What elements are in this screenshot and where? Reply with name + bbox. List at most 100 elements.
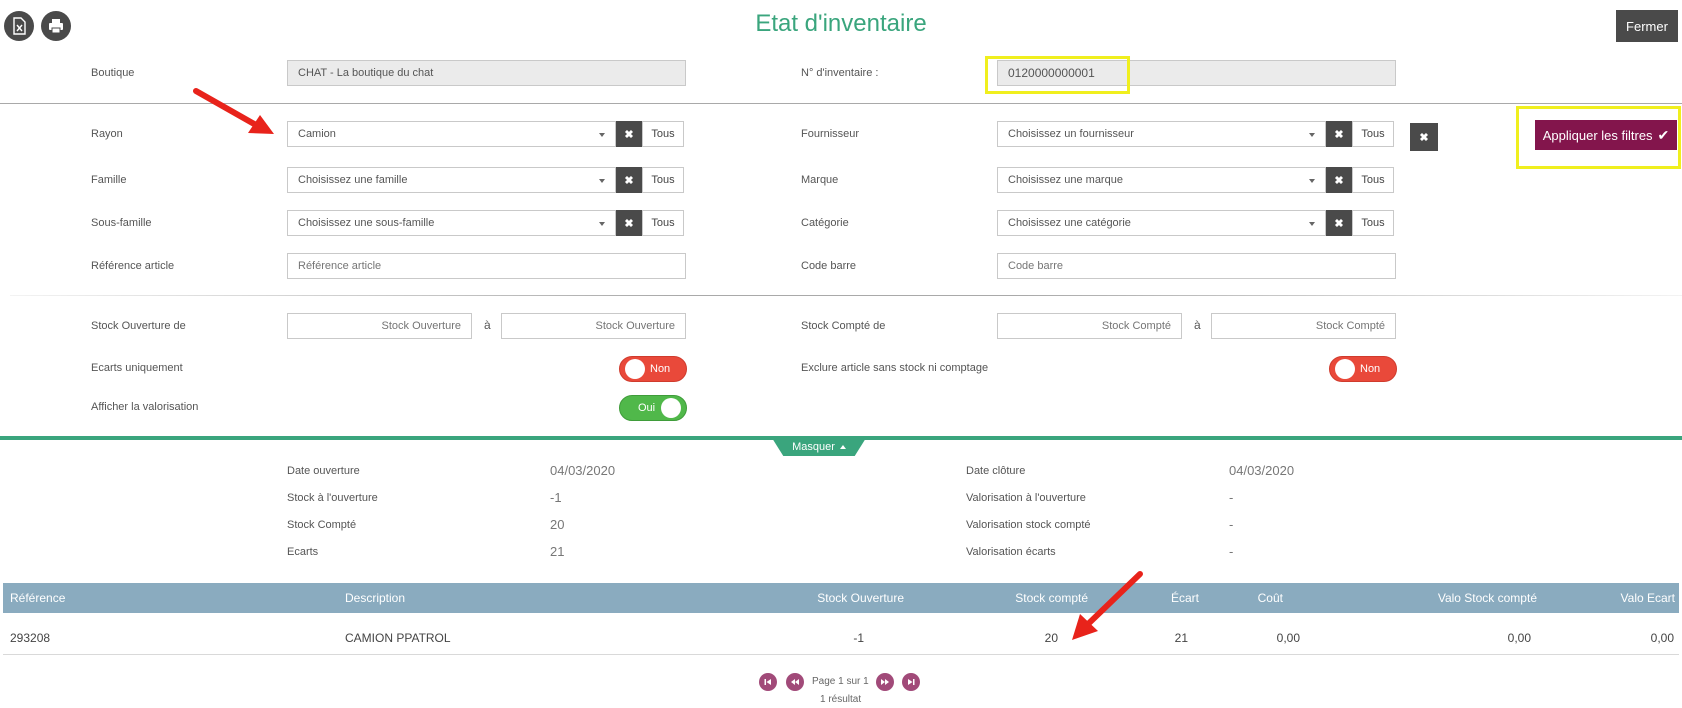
toggle-knob bbox=[661, 398, 681, 418]
chevron-down-icon bbox=[599, 133, 605, 137]
stock-counted-label: Stock Compté bbox=[287, 519, 357, 531]
collapse-button[interactable]: Masquer bbox=[772, 438, 866, 456]
last-page-button[interactable] bbox=[902, 673, 920, 691]
table-header: Référence Description Stock Ouverture St… bbox=[3, 583, 1679, 613]
stock-compte-max-input[interactable] bbox=[1211, 313, 1396, 339]
boutique-label: Boutique bbox=[91, 67, 135, 79]
marque-clear-button[interactable]: ✖ bbox=[1326, 167, 1352, 193]
famille-all-button[interactable]: Tous bbox=[642, 167, 684, 193]
marque-placeholder: Choisissez une marque bbox=[1008, 174, 1123, 186]
show-valuation-toggle[interactable]: Oui bbox=[619, 395, 687, 421]
column-header-description[interactable]: Description bbox=[345, 591, 405, 605]
toggle-knob bbox=[1335, 359, 1355, 379]
page-title: Etat d'inventaire bbox=[755, 10, 927, 37]
stock-open-value: -1 bbox=[550, 490, 562, 505]
famille-label: Famille bbox=[91, 174, 127, 186]
ecarts-only-toggle[interactable]: Non bbox=[619, 356, 687, 382]
apply-filters-label: Appliquer les filtres bbox=[1542, 127, 1653, 143]
inventory-number-label: N° d'inventaire : bbox=[801, 67, 879, 79]
previous-page-button[interactable] bbox=[786, 673, 804, 691]
famille-clear-button[interactable]: ✖ bbox=[616, 167, 642, 193]
column-header-reference[interactable]: Référence bbox=[10, 591, 65, 605]
column-header-valo-ecart[interactable]: Valo Ecart bbox=[1621, 591, 1675, 605]
date-open-value: 04/03/2020 bbox=[550, 463, 616, 478]
ecarts-only-label: Ecarts uniquement bbox=[91, 362, 183, 374]
first-page-icon bbox=[764, 679, 771, 685]
cell-stock-compte: 20 bbox=[1044, 631, 1058, 645]
chevron-down-icon bbox=[1309, 179, 1315, 183]
code-barre-input[interactable] bbox=[997, 253, 1396, 279]
rayon-clear-button[interactable]: ✖ bbox=[616, 121, 642, 147]
categorie-label: Catégorie bbox=[801, 217, 849, 229]
categorie-select[interactable]: Choisissez une catégorie bbox=[997, 210, 1326, 236]
show-valuation-label: Afficher la valorisation bbox=[91, 401, 199, 413]
stock-compte-min-input[interactable] bbox=[997, 313, 1182, 339]
exclude-empty-toggle[interactable]: Non bbox=[1329, 356, 1397, 382]
fournisseur-select[interactable]: Choisissez un fournisseur bbox=[997, 121, 1326, 147]
sous-famille-clear-button[interactable]: ✖ bbox=[616, 210, 642, 236]
chevron-down-icon bbox=[1309, 133, 1315, 137]
date-close-value: 04/03/2020 bbox=[1229, 463, 1295, 478]
stock-ouverture-min-input[interactable] bbox=[287, 313, 472, 339]
next-page-button[interactable] bbox=[876, 673, 894, 691]
rayon-select[interactable]: Camion bbox=[287, 121, 616, 147]
date-close-label: Date clôture bbox=[966, 465, 1026, 477]
date-open-label: Date ouverture bbox=[287, 465, 360, 477]
valo-counted-label: Valorisation stock compté bbox=[966, 519, 1091, 531]
column-header-cout[interactable]: Coût bbox=[1258, 591, 1283, 605]
ecarts-label: Ecarts bbox=[287, 546, 319, 558]
toggle-state: Oui bbox=[638, 402, 656, 414]
table-row[interactable] bbox=[3, 613, 1679, 654]
famille-select[interactable]: Choisissez une famille bbox=[287, 167, 616, 193]
reference-input[interactable] bbox=[287, 253, 686, 279]
valo-ecarts-value: - bbox=[1229, 544, 1234, 559]
cell-cout: 0,00 bbox=[1276, 631, 1300, 645]
famille-placeholder: Choisissez une famille bbox=[298, 174, 408, 186]
column-header-stock-ouverture[interactable]: Stock Ouverture bbox=[817, 591, 904, 605]
valo-open-label: Valorisation à l'ouverture bbox=[966, 492, 1086, 504]
column-header-ecart[interactable]: Écart bbox=[1171, 591, 1199, 605]
chevron-down-icon bbox=[599, 179, 605, 183]
divider bbox=[10, 295, 1682, 296]
sous-famille-all-button[interactable]: Tous bbox=[642, 210, 684, 236]
categorie-all-button[interactable]: Tous bbox=[1352, 210, 1394, 236]
toggle-state: Non bbox=[650, 363, 671, 375]
chevron-down-icon bbox=[599, 222, 605, 226]
cell-ecart: 21 bbox=[1174, 631, 1188, 645]
cell-description: CAMION PPATROL bbox=[345, 631, 451, 645]
exclude-empty-label: Exclure article sans stock ni comptage bbox=[801, 362, 989, 374]
valo-counted-value: - bbox=[1229, 517, 1234, 532]
apply-filters-button[interactable]: Appliquer les filtres ✔ bbox=[1535, 120, 1677, 150]
rayon-all-button[interactable]: Tous bbox=[642, 121, 684, 147]
marque-all-button[interactable]: Tous bbox=[1352, 167, 1394, 193]
fournisseur-placeholder: Choisissez un fournisseur bbox=[1008, 128, 1134, 140]
boutique-field: CHAT - La boutique du chat bbox=[287, 60, 686, 86]
arrow-annotation-icon bbox=[193, 88, 274, 134]
sous-famille-placeholder: Choisissez une sous-famille bbox=[298, 217, 435, 229]
cell-valo-ecart: 0,00 bbox=[1650, 631, 1674, 645]
chevron-up-icon bbox=[839, 445, 846, 449]
categorie-clear-button[interactable]: ✖ bbox=[1326, 210, 1352, 236]
fast-forward-icon bbox=[881, 679, 889, 685]
toggle-knob bbox=[625, 359, 645, 379]
close-button[interactable]: Fermer bbox=[1616, 10, 1678, 42]
code-barre-label: Code barre bbox=[801, 260, 857, 272]
first-page-button[interactable] bbox=[759, 673, 777, 691]
sous-famille-select[interactable]: Choisissez une sous-famille bbox=[287, 210, 616, 236]
ecarts-value: 21 bbox=[550, 544, 565, 559]
categorie-placeholder: Choisissez une catégorie bbox=[1008, 217, 1131, 229]
reference-label: Référence article bbox=[91, 260, 175, 272]
column-header-valo-stock-compte[interactable]: Valo Stock compté bbox=[1438, 591, 1537, 605]
toggle-state: Non bbox=[1360, 363, 1381, 375]
fournisseur-clear-button[interactable]: ✖ bbox=[1326, 121, 1352, 147]
clear-all-filters-button[interactable]: ✖ bbox=[1410, 123, 1438, 151]
marque-select[interactable]: Choisissez une marque bbox=[997, 167, 1326, 193]
valo-ecarts-label: Valorisation écarts bbox=[966, 546, 1056, 558]
stock-ouverture-max-input[interactable] bbox=[501, 313, 686, 339]
arrow-annotation-icon bbox=[1072, 571, 1143, 640]
stock-open-label: Stock à l'ouverture bbox=[287, 492, 378, 504]
fournisseur-label: Fournisseur bbox=[801, 128, 860, 140]
last-page-icon bbox=[908, 679, 915, 685]
fournisseur-all-button[interactable]: Tous bbox=[1352, 121, 1394, 147]
cell-valo-stock-compte: 0,00 bbox=[1507, 631, 1531, 645]
